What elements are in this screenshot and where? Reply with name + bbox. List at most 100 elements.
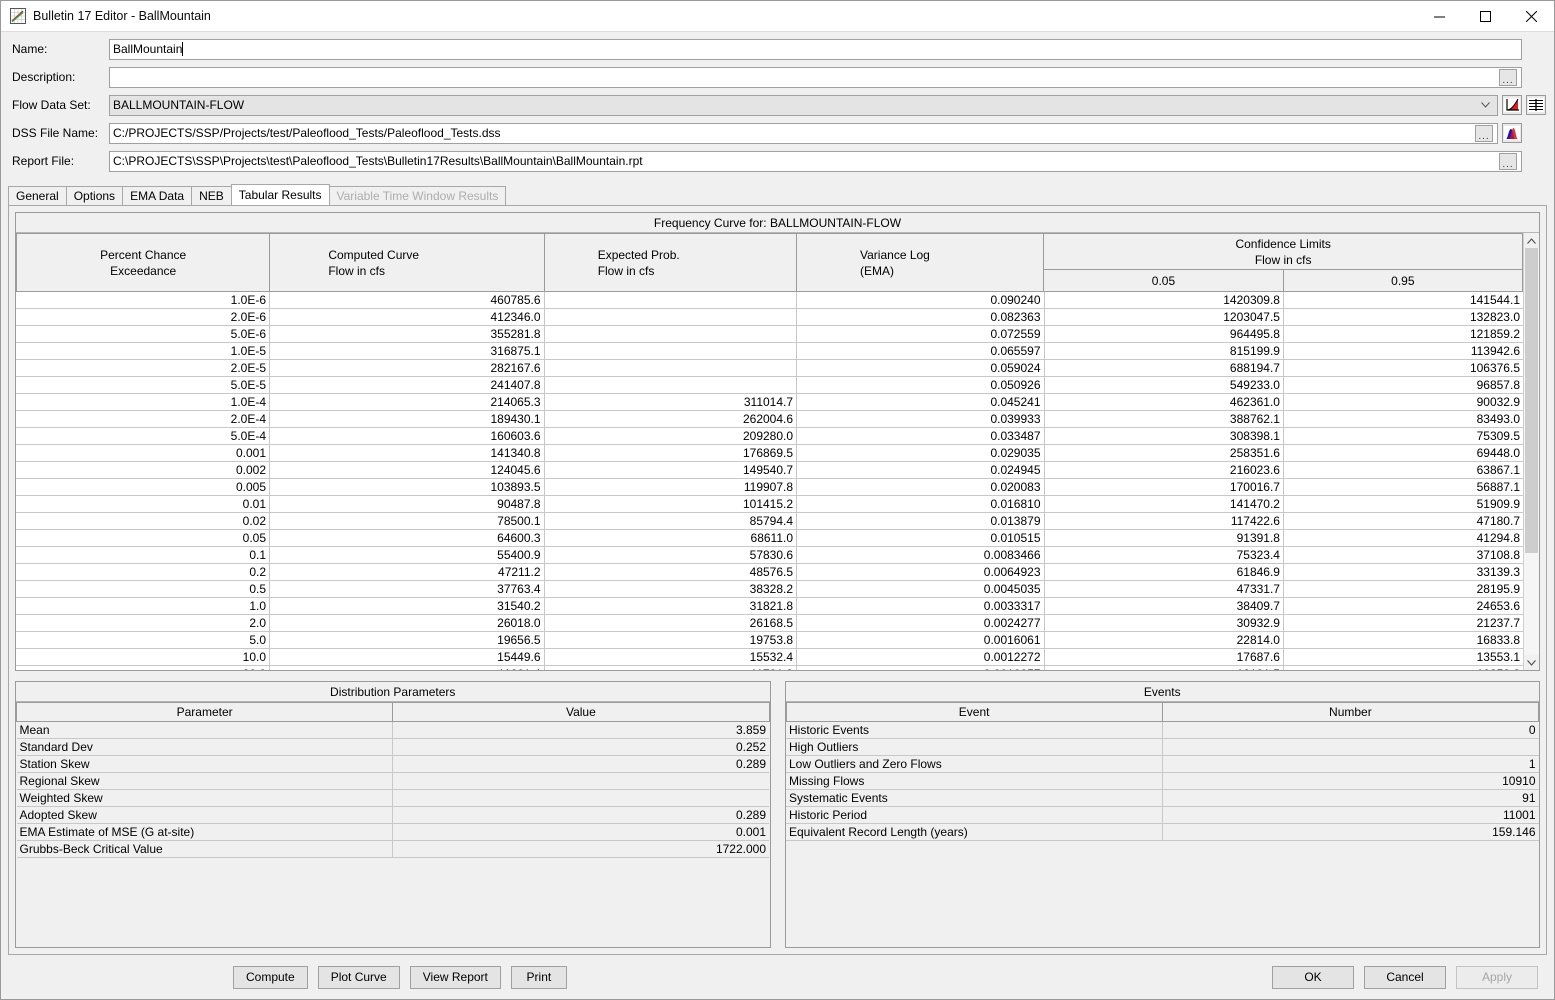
table-row[interactable]: 2.0E-6 412346.0 0.082363 1203047.5 132823.0 (16, 308, 1523, 326)
close-button[interactable] (1508, 1, 1554, 32)
view-report-button[interactable]: View Report (409, 965, 501, 989)
chevron-down-icon[interactable] (1477, 96, 1494, 115)
table-row[interactable]: 0.02 78500.1 85794.4 0.013879 117422.6 47180.… (16, 512, 1523, 530)
dss-file-browse-button[interactable]: ... (1475, 124, 1493, 142)
cell: 0.065597 (796, 342, 1045, 360)
tab-general[interactable]: General (8, 186, 67, 205)
table-row[interactable]: Historic Period 11001 (786, 806, 1539, 825)
description-input[interactable]: ... (109, 66, 1522, 88)
cell: 0.082363 (796, 308, 1045, 326)
table-row[interactable]: 0.1 55400.9 57830.6 0.0083466 75323.4 37108.8 (16, 546, 1523, 564)
plot-curve-icon-button[interactable] (1502, 95, 1522, 115)
table-icon-button[interactable] (1526, 95, 1546, 115)
col-expected-prob-line1: Expected Prob. (597, 247, 680, 262)
event-number: 159.146 (1161, 823, 1539, 842)
table-row[interactable]: Station Skew 0.289 (16, 755, 769, 774)
table-row[interactable]: Adopted Skew 0.289 (16, 806, 769, 825)
cell: 106376.5 (1283, 359, 1523, 377)
description-browse-button[interactable]: ... (1499, 68, 1517, 86)
table-row[interactable]: 1.0E-4 214065.3 311014.7 0.045241 462361.0 90… (16, 393, 1523, 411)
table-row[interactable]: 1.0E-5 316875.1 0.065597 815199.9 113942.6 (16, 342, 1523, 360)
dp-col-value[interactable]: Value (392, 702, 770, 723)
tab-ema-data[interactable]: EMA Data (122, 186, 193, 205)
ev-col-event[interactable]: Event (785, 702, 1163, 723)
col-confidence-limit-095[interactable]: 0.95 (1282, 269, 1523, 292)
col-variance-log[interactable]: Variance Log (EMA) (796, 233, 1045, 292)
events-filler (785, 841, 1539, 947)
table-row[interactable]: 0.05 64600.3 68611.0 0.010515 91391.8 41294.8 (16, 529, 1523, 547)
col-percent-chance-exceedance[interactable]: Percent Chance Exceedance (16, 233, 271, 292)
table-row[interactable]: Regional Skew (16, 772, 769, 791)
table-row[interactable]: 1.0 31540.2 31821.8 0.0033317 38409.7 24653.6 (16, 597, 1523, 615)
table-row[interactable]: 2.0E-5 282167.6 0.059024 688194.7 106376.5 (16, 359, 1523, 377)
scroll-down-button[interactable] (1524, 655, 1539, 671)
table-row[interactable]: 5.0E-4 160603.6 209280.0 0.033487 308398.1 75… (16, 427, 1523, 445)
table-row[interactable]: 2.0E-4 189430.1 262004.6 0.039933 388762.1 83… (16, 410, 1523, 428)
maximize-button[interactable] (1462, 1, 1508, 32)
cell: 2.0E-6 (16, 308, 270, 326)
table-row[interactable]: Missing Flows 10910 (786, 772, 1539, 791)
table-row[interactable]: 1.0E-6 460785.6 0.090240 1420309.8 141544.1 (16, 292, 1523, 309)
col-confidence-limit-005[interactable]: 0.05 (1043, 269, 1284, 292)
cancel-button[interactable]: Cancel (1364, 965, 1446, 989)
cell: 19656.5 (269, 631, 545, 649)
table-row[interactable]: Weighted Skew (16, 789, 769, 808)
table-row[interactable]: Systematic Events 91 (786, 789, 1539, 808)
table-row[interactable]: 0.002 124045.6 149540.7 0.024945 216023.6 638… (16, 461, 1523, 479)
cell: 0.029035 (796, 444, 1045, 462)
parameter-value: 0.001 (392, 823, 769, 842)
dss-file-name-input[interactable]: C:/PROJECTS/SSP/Projects/test/Paleoflood… (109, 122, 1498, 144)
cell: 75323.4 (1044, 546, 1284, 564)
report-file-input[interactable]: C:\PROJECTS\SSP\Projects\test\Paleoflood… (109, 150, 1522, 172)
flow-data-set-combo[interactable]: BALLMOUNTAIN-FLOW (109, 94, 1498, 116)
histogram-icon-button[interactable] (1502, 123, 1522, 143)
col-computed-curve[interactable]: Computed Curve Flow in cfs (269, 233, 545, 292)
table-row[interactable]: 20.011661.411721.90.001005713191.510353.… (16, 665, 1523, 671)
cell: 0.0045035 (796, 580, 1045, 598)
minimize-button[interactable] (1416, 1, 1462, 32)
print-button[interactable]: Print (510, 965, 567, 989)
table-row[interactable]: 0.001 141340.8 176869.5 0.029035 258351.6 694… (16, 444, 1523, 462)
table-row[interactable]: 2.0 26018.0 26168.5 0.0024277 30932.9 21237.7 (16, 614, 1523, 632)
table-row[interactable]: 0.5 37763.4 38328.2 0.0045035 47331.7 28195.9 (16, 580, 1523, 598)
dp-col-parameter[interactable]: Parameter (15, 702, 394, 723)
parameter-name: Mean (16, 721, 394, 740)
table-row[interactable]: 10.0 15449.6 15532.4 0.0012272 17687.6 13553.… (16, 648, 1523, 666)
col-expected-prob[interactable]: Expected Prob. Flow in cfs (543, 233, 798, 292)
plot-curve-button[interactable]: Plot Curve (317, 965, 400, 989)
cell: 47331.7 (1044, 580, 1284, 598)
event-number: 1 (1161, 755, 1539, 774)
table-row[interactable]: 0.2 47211.2 48576.5 0.0064923 61846.9 33139.3 (16, 563, 1523, 581)
tab-neb[interactable]: NEB (191, 186, 232, 205)
table-row[interactable]: 5.0E-6 355281.8 0.072559 964495.8 121859.2 (16, 325, 1523, 343)
scrollbar-thumb[interactable] (1525, 248, 1538, 553)
table-row[interactable]: 5.0E-5 241407.8 0.050926 549233.0 96857.8 (16, 376, 1523, 394)
col-confidence-limits[interactable]: Confidence Limits Flow in cfs (1043, 233, 1523, 270)
table-row[interactable]: Mean 3.859 (16, 721, 769, 740)
table-row[interactable]: Standard Dev 0.252 (16, 738, 769, 757)
report-file-browse-button[interactable]: ... (1499, 152, 1517, 170)
tab-tabular-results[interactable]: Tabular Results (230, 184, 330, 205)
frequency-curve-scrollbar[interactable] (1523, 233, 1539, 671)
compute-button[interactable]: Compute (233, 965, 308, 989)
name-input[interactable]: BallMountain (109, 38, 1522, 60)
table-row[interactable]: 0.01 90487.8 101415.2 0.016810 141470.2 51909… (16, 495, 1523, 513)
table-row[interactable]: Historic Events 0 (786, 721, 1539, 740)
table-row[interactable]: Low Outliers and Zero Flows 1 (786, 755, 1539, 774)
ev-col-number[interactable]: Number (1161, 702, 1540, 723)
cell: 26168.5 (544, 614, 798, 632)
flow-data-set-label: Flow Data Set: (12, 98, 91, 112)
table-row[interactable]: EMA Estimate of MSE (G at-site) 0.001 (16, 823, 769, 842)
table-row[interactable]: Grubbs-Beck Critical Value 1722.000 (16, 840, 769, 859)
ok-button[interactable]: OK (1272, 965, 1354, 989)
scroll-up-button[interactable] (1524, 233, 1539, 248)
table-row[interactable]: 0.005 103893.5 119907.8 0.020083 170016.7 568… (16, 478, 1523, 496)
tab-options[interactable]: Options (65, 186, 124, 205)
cell: 31540.2 (269, 597, 545, 615)
table-row[interactable]: High Outliers (786, 738, 1539, 757)
scrollbar-track[interactable] (1524, 248, 1539, 656)
cell: 0.090240 (796, 292, 1045, 309)
table-row[interactable]: Equivalent Record Length (years) 159.146 (786, 823, 1539, 842)
bulletin17-editor-window: Bulletin 17 Editor - BallMountain Name: … (0, 0, 1555, 1000)
table-row[interactable]: 5.0 19656.5 19753.8 0.0016061 22814.0 16833.8 (16, 631, 1523, 649)
